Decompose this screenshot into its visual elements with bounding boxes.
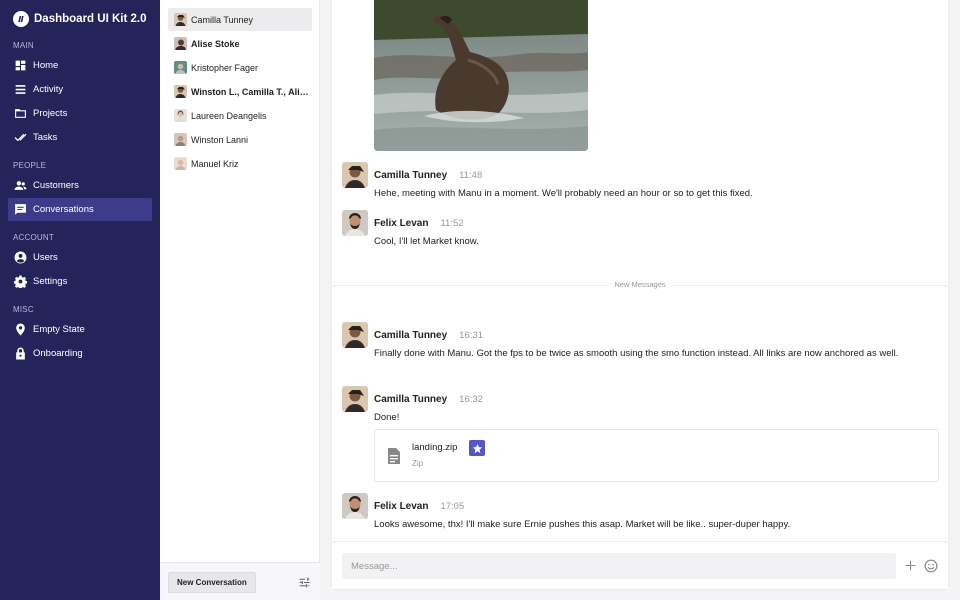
section-label-account: ACCOUNT xyxy=(13,233,54,242)
avatar xyxy=(174,37,187,50)
avatar[interactable] xyxy=(342,493,368,519)
sidebar-item-tasks[interactable]: Tasks xyxy=(8,126,152,149)
section-label-people: PEOPLE xyxy=(13,161,47,170)
sidebar-item-activity[interactable]: Activity xyxy=(8,78,152,101)
chat-panel: Camilla Tunney 11:48 Hehe, meeting with … xyxy=(331,0,949,590)
sidebar-item-customers[interactable]: Customers xyxy=(8,174,152,197)
folder-icon xyxy=(14,107,27,120)
file-icon xyxy=(387,448,401,464)
avatar[interactable] xyxy=(342,210,368,236)
sidebar-item-label: Empty State xyxy=(33,324,85,335)
conversation-list: Camilla Tunney Alise Stoke Kristopher Fa… xyxy=(160,0,320,600)
message-time: 11:52 xyxy=(440,218,464,229)
divider-label: New Messages xyxy=(608,280,672,289)
sidebar-item-label: Activity xyxy=(33,84,64,95)
app-title: Dashboard UI Kit 2.0 xyxy=(34,13,147,25)
section-label-misc: MISC xyxy=(13,305,34,314)
message-time: 16:31 xyxy=(459,330,483,341)
plus-icon[interactable] xyxy=(904,559,917,572)
activity-icon xyxy=(14,83,27,96)
sidebar-item-label: Customers xyxy=(33,180,79,191)
message-input[interactable] xyxy=(342,553,896,579)
message-author[interactable]: Camilla Tunney xyxy=(374,394,447,405)
conversation-item[interactable]: Camilla Tunney xyxy=(168,8,312,31)
gear-icon xyxy=(14,275,27,288)
attachment-type: Zip xyxy=(412,459,424,468)
sidebar-item-label: Home xyxy=(33,60,59,71)
sidebar-item-empty-state[interactable]: Empty State xyxy=(8,318,152,341)
conversation-item[interactable]: Manuel Kriz xyxy=(168,152,312,175)
sidebar-item-label: Onboarding xyxy=(33,348,83,359)
avatar[interactable] xyxy=(342,322,368,348)
avatar xyxy=(174,61,187,74)
sidebar: Dashboard UI Kit 2.0 MAIN Home Activity … xyxy=(0,0,160,600)
message-text: Done! xyxy=(374,412,400,423)
conversation-item[interactable]: Winston Lanni xyxy=(168,128,312,151)
avatar xyxy=(174,85,187,98)
user-icon xyxy=(14,251,27,264)
conversation-item[interactable]: Alise Stoke xyxy=(168,32,312,55)
message-author[interactable]: Camilla Tunney xyxy=(374,170,447,181)
avatar[interactable] xyxy=(342,386,368,412)
sidebar-item-projects[interactable]: Projects xyxy=(8,102,152,125)
message-text: Looks awesome, thx! I'll make sure Ernie… xyxy=(374,519,791,530)
sidebar-item-label: Projects xyxy=(33,108,68,119)
sidebar-item-users[interactable]: Users xyxy=(8,246,152,269)
message-author[interactable]: Felix Levan xyxy=(374,501,428,512)
shared-image[interactable] xyxy=(374,0,588,151)
brand[interactable]: Dashboard UI Kit 2.0 xyxy=(13,11,146,27)
message-author[interactable]: Camilla Tunney xyxy=(374,330,447,341)
message-text: Finally done with Manu. Got the fps to b… xyxy=(374,348,899,359)
people-icon xyxy=(14,179,27,192)
avatar xyxy=(174,157,187,170)
message-author[interactable]: Felix Levan xyxy=(374,218,428,229)
conversation-item[interactable]: Kristopher Fager xyxy=(168,56,312,79)
new-messages-divider: New Messages xyxy=(332,280,948,289)
home-icon xyxy=(14,59,27,72)
sidebar-item-onboarding[interactable]: Onboarding xyxy=(8,342,152,365)
conversation-list-footer: New Conversation xyxy=(160,562,320,600)
avatar xyxy=(174,109,187,122)
star-icon[interactable] xyxy=(469,440,485,456)
emoji-icon[interactable] xyxy=(924,559,938,573)
conversation-item[interactable]: Laureen Deangelis xyxy=(168,104,312,127)
attachment-name[interactable]: landing.zip xyxy=(412,442,457,453)
avatar xyxy=(174,133,187,146)
sidebar-item-conversations[interactable]: Conversations xyxy=(8,198,152,221)
message-text: Cool, I'll let Market know. xyxy=(374,236,479,247)
sidebar-item-label: Users xyxy=(33,252,58,263)
message-time: 11:48 xyxy=(459,170,483,181)
double-check-icon xyxy=(14,131,27,144)
sidebar-item-label: Tasks xyxy=(33,132,58,143)
avatar xyxy=(174,13,187,26)
section-label-main: MAIN xyxy=(13,41,34,50)
new-conversation-button[interactable]: New Conversation xyxy=(168,572,256,593)
sidebar-item-label: Conversations xyxy=(33,204,94,215)
avatar[interactable] xyxy=(342,162,368,188)
pin-icon xyxy=(14,323,27,336)
message-composer xyxy=(332,541,948,589)
file-attachment[interactable]: landing.zip Zip xyxy=(374,429,939,482)
message-time: 17:05 xyxy=(440,501,465,512)
lock-icon xyxy=(14,347,27,360)
message-text: Hehe, meeting with Manu in a moment. We'… xyxy=(374,188,753,199)
sidebar-item-home[interactable]: Home xyxy=(8,54,152,77)
sidebar-item-label: Settings xyxy=(33,276,68,287)
chat-icon xyxy=(14,203,27,216)
sidebar-item-settings[interactable]: Settings xyxy=(8,270,152,293)
logo-icon xyxy=(13,11,29,27)
conversation-item[interactable]: Winston L., Camilla T., Alis… xyxy=(168,80,312,103)
message-time: 16:32 xyxy=(459,394,483,405)
filter-icon[interactable] xyxy=(298,576,311,589)
